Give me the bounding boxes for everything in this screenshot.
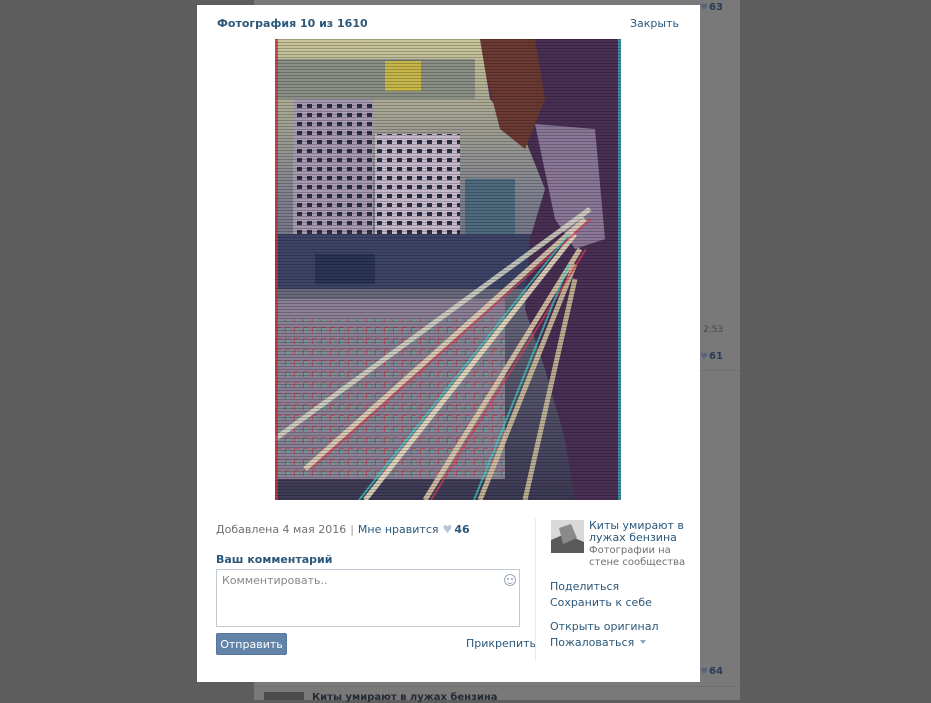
vertical-divider [535,518,536,661]
comment-label: Ваш комментарий [216,553,333,566]
background-post-time: 2:53 [703,325,724,335]
background-post-thumbnail [264,692,304,700]
background-divider [254,686,740,687]
background-like-count: 63 [709,2,723,13]
save-to-profile-button[interactable]: Сохранить к себе [550,596,652,609]
photo-viewer-modal: Фотография 10 из 1610 Закрыть Добавлена … [197,5,700,682]
like-count[interactable]: 46 [454,523,469,536]
heart-icon: ♥ [700,352,709,362]
background-like-count: 64 [709,666,723,677]
photo-meta: Добавлена 4 мая 2016 | Мне нравится ♥ 46 [216,523,470,536]
close-button[interactable]: Закрыть [630,17,679,30]
background-like-count: 61 [709,351,723,362]
photo-added-date: Добавлена 4 мая 2016 [216,523,347,536]
send-button[interactable]: Отправить [216,633,287,655]
album-thumbnail[interactable] [551,520,584,553]
meta-separator: | [350,523,354,536]
chevron-down-icon [640,640,647,644]
photo-image [275,39,621,500]
comment-placeholder: Комментировать.. [222,574,328,587]
photo[interactable] [275,39,621,500]
heart-icon: ♥ [700,667,709,677]
attach-button[interactable]: Прикрепить [466,637,536,650]
heart-icon[interactable]: ♥ [443,523,453,536]
share-button[interactable]: Поделиться [550,580,619,593]
background-post-title: Киты умирают в лужах бензина [312,692,498,703]
photo-counter-title: Фотография 10 из 1610 [217,17,368,30]
like-button[interactable]: Мне нравится [358,523,439,536]
album-thumbnail-image [551,520,584,553]
open-original-button[interactable]: Открыть оригинал [550,620,659,633]
album-subtitle: Фотографии на стене сообщества [589,545,686,568]
album-name-link[interactable]: Киты умирают в лужах бензина [589,520,689,544]
report-label: Пожаловаться [550,636,635,649]
comment-input[interactable]: Комментировать.. [216,569,520,627]
heart-icon: ♥ [700,3,709,13]
report-button[interactable]: Пожаловаться [550,636,647,649]
emoji-icon[interactable] [504,574,516,586]
